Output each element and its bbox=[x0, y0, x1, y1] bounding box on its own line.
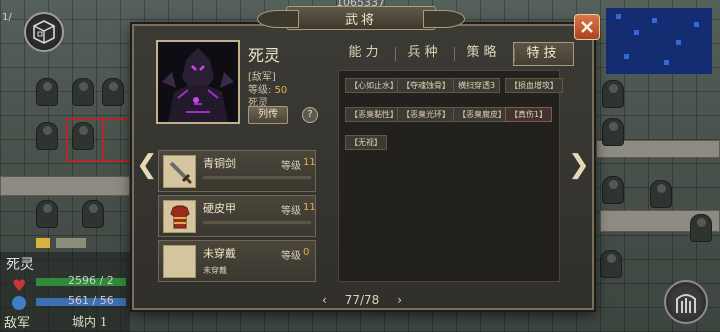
attack-range-line bbox=[66, 160, 130, 162]
map-marker bbox=[694, 22, 699, 27]
unit-sprite[interactable] bbox=[650, 180, 672, 208]
map-marker bbox=[634, 30, 639, 35]
equipment-subtext: 未穿戴 bbox=[203, 266, 227, 275]
tab-ability[interactable]: 能力 bbox=[336, 42, 395, 66]
detail-tabs: 能力 兵种 策略 特技 bbox=[336, 42, 574, 66]
general-name: 死灵 bbox=[248, 46, 281, 65]
unit-sprite[interactable] bbox=[82, 200, 104, 228]
status-flag bbox=[56, 238, 86, 248]
equipment-progress-bar bbox=[203, 221, 311, 224]
skill-chip[interactable]: 【恶臭腐皮】 bbox=[453, 107, 511, 122]
attack-range-line bbox=[102, 118, 104, 162]
equipment-name: 硬皮甲 bbox=[203, 202, 236, 215]
unit-sprite[interactable] bbox=[602, 118, 624, 146]
skill-chip[interactable]: 【夺魂蚀骨】 bbox=[397, 78, 455, 93]
sword-icon bbox=[163, 155, 196, 188]
skill-chip[interactable]: 【损血增攻】 bbox=[505, 78, 563, 93]
tab-skills[interactable]: 特技 bbox=[513, 42, 574, 66]
equipment-level-label: 等级 bbox=[281, 251, 301, 262]
faction-label: 敌军 bbox=[4, 316, 31, 331]
box-emblem-icon bbox=[33, 20, 55, 44]
wall-segment bbox=[0, 176, 130, 196]
dialog-title-plate: 武将 bbox=[257, 6, 465, 30]
general-level-value: 50 bbox=[274, 85, 288, 96]
equipment-slot-armor[interactable]: 硬皮甲 等级 11 bbox=[158, 195, 316, 237]
unit-sprite[interactable] bbox=[36, 200, 58, 228]
skill-chip[interactable]: 【无视】 bbox=[345, 135, 387, 150]
unit-status-panel: 死灵 ♥ 2596 / 2 561 / 56 敌军 城内 1 bbox=[0, 252, 130, 332]
skill-chip[interactable]: 【真伤1】 bbox=[505, 107, 553, 122]
undead-portrait-icon bbox=[158, 42, 238, 122]
equipment-level-value: 0 bbox=[303, 247, 310, 258]
map-marker bbox=[616, 14, 621, 19]
equipment-level-label: 等级 bbox=[281, 161, 301, 172]
mana-icon bbox=[12, 296, 26, 310]
empty-slot-icon bbox=[163, 245, 196, 278]
gate-icon bbox=[676, 294, 696, 313]
unit-sprite[interactable] bbox=[36, 78, 58, 106]
attack-range-line bbox=[66, 118, 130, 120]
pager-text: 77/78 bbox=[344, 293, 380, 307]
map-marker bbox=[664, 60, 669, 65]
equipment-slot-accessory[interactable]: 未穿戴 等级 0 未穿戴 bbox=[158, 240, 316, 282]
general-portrait bbox=[156, 40, 240, 124]
mp-value: 561 / 56 bbox=[68, 294, 114, 307]
help-button[interactable]: ? bbox=[302, 107, 318, 123]
location-label: 城内 1 bbox=[72, 315, 108, 329]
attack-range-line bbox=[66, 118, 68, 162]
equipment-name: 未穿戴 bbox=[203, 247, 236, 260]
armor-icon bbox=[163, 200, 196, 233]
skill-chip[interactable]: 【心如止水】 bbox=[345, 78, 403, 93]
equipment-slot-weapon[interactable]: 青铜剑 等级 11 bbox=[158, 150, 316, 192]
heart-icon: ♥ bbox=[12, 276, 27, 295]
equipment-level-value: 11 bbox=[303, 157, 316, 168]
skills-list: 【心如止水】 【夺魂蚀骨】 横扫穿透3 【损血增攻】 【恶臭黏性】 【恶臭光环】… bbox=[338, 70, 563, 282]
unit-sprite[interactable] bbox=[690, 214, 712, 242]
skill-chip[interactable]: 【恶臭黏性】 bbox=[345, 107, 403, 122]
map-marker bbox=[624, 54, 629, 59]
unit-name: 死灵 bbox=[6, 257, 34, 273]
general-pager: ‹ 77/78 › bbox=[322, 290, 402, 310]
unit-sprite[interactable] bbox=[102, 78, 124, 106]
enemy-territory bbox=[606, 8, 712, 74]
equipment-progress-bar bbox=[203, 176, 311, 179]
unit-sprite[interactable] bbox=[602, 80, 624, 108]
tab-troops[interactable]: 兵种 bbox=[395, 42, 454, 66]
equipment-name: 青铜剑 bbox=[203, 157, 236, 170]
equipment-level-value: 11 bbox=[303, 202, 316, 213]
turn-indicator: 1/ bbox=[2, 12, 12, 23]
prev-general-arrow[interactable]: ❮ bbox=[136, 150, 158, 180]
gate-menu-button[interactable] bbox=[664, 280, 708, 324]
close-icon bbox=[581, 21, 593, 33]
tab-strategy[interactable]: 策略 bbox=[454, 42, 513, 66]
biography-button[interactable]: 列传 bbox=[248, 106, 288, 124]
close-button[interactable] bbox=[574, 14, 600, 40]
equipment-level-label: 等级 bbox=[281, 206, 301, 217]
menu-emblem-button[interactable] bbox=[24, 12, 64, 52]
hp-value: 2596 / 2 bbox=[68, 274, 114, 287]
skill-chip[interactable]: 【恶臭光环】 bbox=[397, 107, 455, 122]
map-marker bbox=[652, 18, 657, 23]
unit-sprite[interactable] bbox=[72, 78, 94, 106]
map-marker bbox=[676, 40, 681, 45]
dialog-title: 武将 bbox=[344, 12, 377, 28]
unit-sprite[interactable] bbox=[600, 250, 622, 278]
skill-chip[interactable]: 横扫穿透3 bbox=[453, 78, 501, 93]
status-flag bbox=[36, 238, 50, 248]
pager-next-button[interactable]: › bbox=[397, 293, 402, 307]
unit-sprite[interactable] bbox=[602, 176, 624, 204]
unit-sprite[interactable] bbox=[72, 122, 94, 150]
next-general-arrow[interactable]: ❯ bbox=[568, 150, 590, 180]
unit-sprite[interactable] bbox=[36, 122, 58, 150]
pager-prev-button[interactable]: ‹ bbox=[322, 293, 327, 307]
